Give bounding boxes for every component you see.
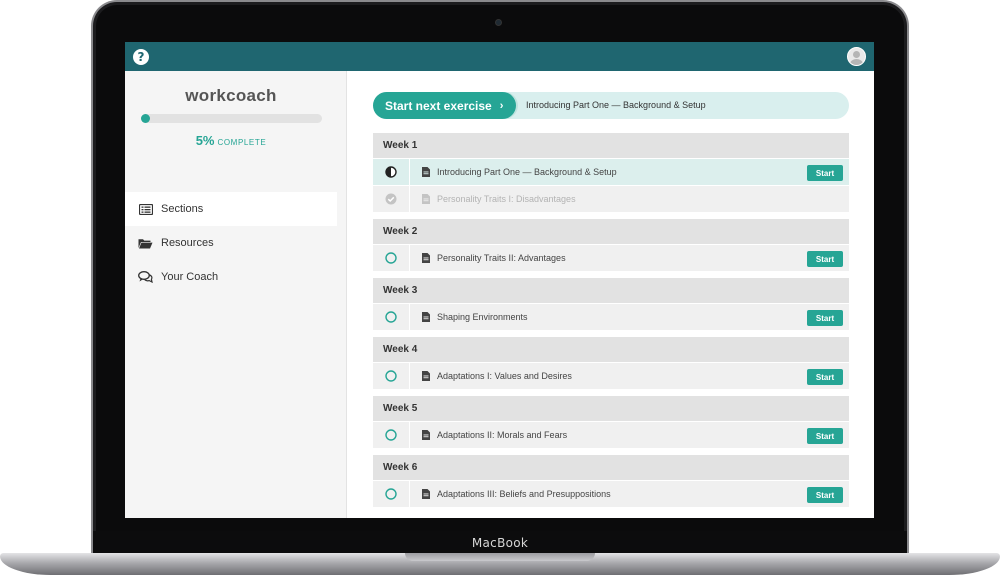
next-exercise-bar: Start next exercise › Introducing Part O… (373, 92, 849, 119)
sidebar-nav: Sections Resources Your Coach (125, 192, 337, 294)
week-section: Week 2 Personality Traits II: Advantages… (373, 219, 849, 272)
help-icon[interactable]: ? (133, 49, 149, 65)
camera-icon (495, 19, 502, 26)
week-header: Week 3 (373, 278, 849, 303)
device-label: MacBook (471, 536, 529, 550)
week-section: Week 3 Shaping Environments Start (373, 278, 849, 331)
exercise-row[interactable]: Introducing Part One — Background & Setu… (373, 158, 849, 186)
week-header: Week 2 (373, 219, 849, 244)
exercise-row[interactable]: Personality Traits I: Disadvantages (373, 185, 849, 213)
start-button[interactable]: Start (807, 310, 843, 326)
next-exercise-title: Introducing Part One — Background & Setu… (526, 100, 706, 110)
start-button[interactable]: Start (807, 165, 843, 181)
list-icon (137, 203, 154, 215)
laptop-notch (405, 553, 595, 561)
half-circle-icon (385, 166, 397, 178)
exercise-row[interactable]: Adaptations II: Morals and Fears Start (373, 421, 849, 449)
document-icon (422, 430, 430, 440)
chevron-right-icon: › (499, 99, 504, 112)
status-cell (373, 303, 410, 331)
exercise-title: Adaptations I: Values and Desires (437, 371, 572, 381)
exercise-row[interactable]: Adaptations I: Values and Desires Start (373, 362, 849, 390)
exercise-title: Adaptations III: Beliefs and Presupposit… (437, 489, 611, 499)
document-icon (422, 167, 430, 177)
status-cell (373, 185, 410, 213)
week-section: Week 5 Adaptations II: Morals and Fears … (373, 396, 849, 449)
exercise-title: Personality Traits I: Disadvantages (437, 194, 576, 204)
empty-circle-icon (385, 488, 397, 500)
start-button[interactable]: Start (807, 428, 843, 444)
empty-circle-icon (385, 311, 397, 323)
sidebar-item-label: Sections (161, 203, 204, 215)
app-screen: ? workcoach 5% COMPLETE Sections Resource… (125, 42, 874, 518)
progress-bar (141, 114, 322, 123)
document-icon (422, 194, 430, 204)
week-header: Week 6 (373, 455, 849, 480)
status-cell (373, 362, 410, 390)
chat-icon (137, 271, 154, 283)
folder-icon (137, 238, 154, 249)
sidebar-item-label: Your Coach (161, 271, 219, 283)
start-next-exercise-button[interactable]: Start next exercise › (373, 92, 516, 119)
exercise-title: Shaping Environments (437, 312, 528, 322)
start-button[interactable]: Start (807, 251, 843, 267)
document-icon (422, 371, 430, 381)
week-header: Week 5 (373, 396, 849, 421)
week-section: Week 4 Adaptations I: Values and Desires… (373, 337, 849, 390)
progress-fill (141, 114, 151, 123)
sidebar-item-label: Resources (161, 237, 214, 249)
weeks-list: Week 1 Introducing Part One — Background… (373, 133, 849, 514)
document-icon (422, 489, 430, 499)
document-icon (422, 253, 430, 263)
start-next-exercise-label: Start next exercise (385, 98, 492, 113)
user-avatar[interactable] (847, 47, 866, 66)
progress-complete-label: COMPLETE (217, 138, 267, 147)
exercise-row[interactable]: Personality Traits II: Advantages Start (373, 244, 849, 272)
empty-circle-icon (385, 370, 397, 382)
week-section: Week 1 Introducing Part One — Background… (373, 133, 849, 213)
start-button[interactable]: Start (807, 487, 843, 503)
empty-circle-icon (385, 429, 397, 441)
start-button[interactable]: Start (807, 369, 843, 385)
exercise-row[interactable]: Adaptations III: Beliefs and Presupposit… (373, 480, 849, 508)
check-circle-icon (385, 193, 397, 205)
status-cell (373, 480, 410, 508)
week-header: Week 1 (373, 133, 849, 158)
empty-circle-icon (385, 252, 397, 264)
brand-logo: workcoach (185, 86, 277, 105)
status-cell (373, 244, 410, 272)
status-cell (373, 421, 410, 449)
exercise-title: Personality Traits II: Advantages (437, 253, 566, 263)
document-icon (422, 312, 430, 322)
exercise-title: Adaptations II: Morals and Fears (437, 430, 568, 440)
week-section: Week 6 Adaptations III: Beliefs and Pres… (373, 455, 849, 508)
sidebar-item-your-coach[interactable]: Your Coach (125, 260, 337, 294)
week-header: Week 4 (373, 337, 849, 362)
top-bar: ? (125, 42, 874, 71)
exercise-row[interactable]: Shaping Environments Start (373, 303, 849, 331)
exercise-title: Introducing Part One — Background & Setu… (437, 167, 617, 177)
progress-percent: 5% (195, 133, 215, 148)
sidebar-item-sections[interactable]: Sections (125, 192, 337, 226)
sidebar-item-resources[interactable]: Resources (125, 226, 337, 260)
sidebar: workcoach 5%COMPLETE Sections Resources (125, 71, 347, 518)
status-cell (373, 158, 410, 186)
main-content: Start next exercise › Introducing Part O… (347, 71, 874, 518)
progress-text: 5% COMPLETE (125, 132, 337, 150)
